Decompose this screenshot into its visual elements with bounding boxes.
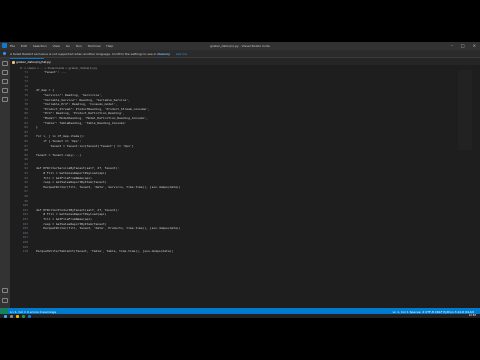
gear-icon[interactable]	[2, 298, 8, 303]
maximize-icon[interactable]: □	[461, 43, 465, 48]
code-line[interactable]: ParquetWriter(fill, Tenant, 'Data', Serv…	[36, 185, 180, 190]
source-control-icon[interactable]	[2, 79, 8, 84]
banner-remove-link[interactable]: Remove	[158, 52, 170, 56]
file-explorer-icon[interactable]	[16, 314, 19, 318]
title-bar: File Edit Selection View Go Run Terminal…	[0, 42, 480, 50]
vscode-logo-icon	[2, 43, 7, 48]
minimap[interactable]	[458, 70, 472, 150]
code-line[interactable]: ParquetWriter(fill, Tenant, 'Data', Prod…	[36, 226, 180, 231]
minimize-icon[interactable]: –	[451, 43, 453, 48]
account-icon[interactable]	[2, 288, 8, 293]
status-left[interactable]: Ln 1, Col 1 0 errors 0 warnings	[10, 310, 56, 314]
explorer-icon[interactable]	[2, 61, 8, 66]
start-icon[interactable]	[4, 314, 7, 318]
run-debug-icon[interactable]	[2, 88, 8, 93]
line-numbers: 71 72 73 74 75 76 77 78 79 80 81 82 83 84 85 86 87 88 89 90…	[10, 70, 28, 254]
activity-bar	[0, 58, 10, 308]
code-editor[interactable]: 71 72 73 74 75 76 77 78 79 80 81 82 83 84 85 86 87 88 89 90…	[10, 70, 480, 308]
python-file-icon	[12, 61, 15, 64]
code-text[interactable]: 'Tenant': ... df_map = { "Servicio": Read…	[36, 70, 181, 254]
window-controls: – □ ×	[451, 43, 476, 48]
menu-edit[interactable]: Edit	[21, 44, 27, 48]
tab-label: grabar_datos(1)_full.py	[16, 60, 51, 64]
close-icon[interactable]: ×	[473, 43, 476, 48]
editor-tabs: grabar_datos(1)_full.py ×	[10, 58, 480, 65]
menu-selection[interactable]: Selection	[33, 44, 47, 48]
search-icon[interactable]	[2, 70, 8, 75]
vscode-taskbar-icon[interactable]	[28, 314, 31, 318]
menu-file[interactable]: File	[10, 44, 15, 48]
windows-taskbar: 10:58	[0, 314, 480, 318]
menu-go[interactable]: Go	[66, 44, 70, 48]
line-number: 110	[22, 249, 28, 254]
vscode-window: File Edit Selection View Go Run Terminal…	[0, 42, 480, 318]
chrome-icon[interactable]	[22, 314, 25, 318]
menu-view[interactable]: View	[53, 44, 60, 48]
notification-banner: A failed Restart exclusive is not suppor…	[0, 50, 480, 58]
menu-run[interactable]: Run	[76, 44, 82, 48]
tab-close-icon[interactable]: ×	[39, 59, 42, 66]
window-title: grabar_datos(1).py - Visual Studio Code	[210, 44, 270, 48]
menu-terminal[interactable]: Terminal	[88, 44, 101, 48]
clock[interactable]: 10:58	[469, 314, 476, 317]
extensions-icon[interactable]	[2, 97, 8, 102]
status-right[interactable]: Ln 1, Col 1 Spaces: 4 UTF-8 CRLF Python …	[393, 310, 474, 314]
code-line[interactable]: ParquetWriterTableCnt(Tenant, 'Table', T…	[36, 249, 181, 254]
tab-grabar-datos[interactable]: grabar_datos(1)_full.py ×	[10, 58, 51, 66]
menu-help[interactable]: Help	[106, 44, 113, 48]
banner-ask-link[interactable]: Ask me	[176, 52, 187, 56]
search-taskbar-icon[interactable]	[10, 314, 13, 318]
info-icon	[3, 51, 6, 55]
menu-bar: File Edit Selection View Go Run Terminal…	[10, 44, 113, 48]
banner-message: A failed Restart exclusive is not suppor…	[10, 51, 170, 56]
